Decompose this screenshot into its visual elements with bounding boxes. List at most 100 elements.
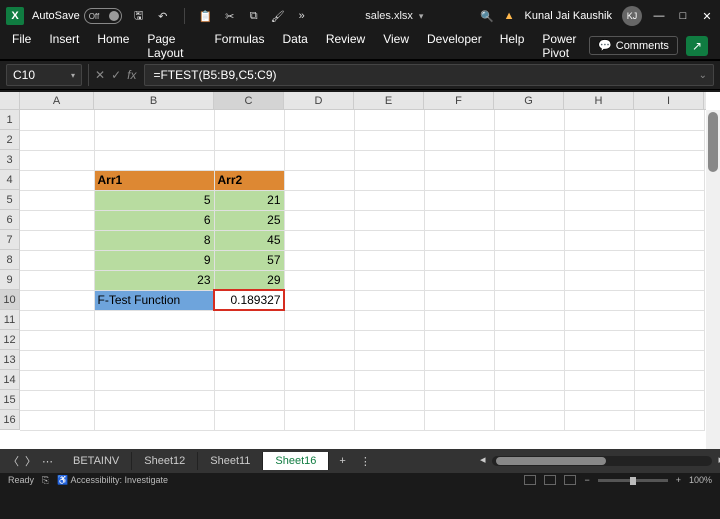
col-header-B[interactable]: B [94, 92, 214, 109]
sheet-nav-next-icon[interactable]: 〉 [25, 453, 36, 469]
tab-insert[interactable]: Insert [49, 32, 79, 60]
warning-icon[interactable]: ▲ [504, 10, 515, 22]
copy-icon[interactable]: ⧉ [247, 9, 261, 23]
username-label[interactable]: Kunal Jai Kaushik [525, 10, 612, 22]
minimize-button[interactable]: — [652, 9, 666, 23]
col-header-G[interactable]: G [494, 92, 564, 109]
row-header[interactable]: 15 [0, 390, 19, 410]
tab-developer[interactable]: Developer [427, 32, 482, 60]
col-header-I[interactable]: I [634, 92, 704, 109]
row-header[interactable]: 16 [0, 410, 19, 430]
col-header-H[interactable]: H [564, 92, 634, 109]
tab-formulas[interactable]: Formulas [214, 32, 264, 60]
row-header[interactable]: 10 [0, 290, 19, 310]
cut-icon[interactable]: ✂ [223, 9, 237, 23]
comments-button[interactable]: 💬 Comments [589, 36, 678, 55]
cell-C4: Arr2 [214, 170, 284, 190]
view-normal-icon[interactable] [524, 475, 536, 485]
undo-icon[interactable]: ↶ [156, 9, 170, 23]
tab-review[interactable]: Review [326, 32, 365, 60]
autosave-toggle[interactable]: Off [84, 8, 122, 24]
enter-formula-icon[interactable]: ✓ [111, 68, 121, 82]
row-header[interactable]: 13 [0, 350, 19, 370]
zoom-in-button[interactable]: + [676, 475, 681, 485]
row-header[interactable]: 8 [0, 250, 19, 270]
scrollbar-thumb[interactable] [708, 112, 718, 172]
autosave-label: AutoSave [32, 10, 80, 22]
close-button[interactable]: ✕ [700, 9, 714, 23]
col-header-C[interactable]: C [214, 92, 284, 109]
cell-C6: 25 [214, 210, 284, 230]
sheet-tab[interactable]: BETAINV [61, 452, 132, 470]
cell-C10-selected: 0.189327 [214, 290, 284, 310]
col-header-E[interactable]: E [354, 92, 424, 109]
cell-B8: 9 [94, 250, 214, 270]
col-header-D[interactable]: D [284, 92, 354, 109]
formula-bar: C10▾ ✕ ✓ fx =FTEST(B5:B9,C5:C9) ⌄ [0, 60, 720, 90]
paste-icon[interactable]: 📋 [199, 9, 213, 23]
zoom-slider[interactable] [598, 479, 668, 482]
title-bar: X AutoSave Off 🖫 ↶ 📋 ✂ ⧉ 🖌 » sales.xlsx … [0, 0, 720, 32]
filename-label[interactable]: sales.xlsx [365, 10, 413, 22]
filename-dropdown-icon[interactable]: ▾ [419, 11, 424, 22]
view-pagelayout-icon[interactable] [544, 475, 556, 485]
tab-page-layout[interactable]: Page Layout [147, 32, 196, 60]
tab-view[interactable]: View [383, 32, 409, 60]
sheet-tab[interactable]: Sheet11 [198, 452, 263, 470]
view-pagebreak-icon[interactable] [564, 475, 576, 485]
cell-B5: 5 [94, 190, 214, 210]
sheet-tab-active[interactable]: Sheet16 [263, 452, 329, 470]
tab-power-pivot[interactable]: Power Pivot [542, 32, 589, 60]
fx-icon[interactable]: fx [127, 68, 136, 82]
col-header-A[interactable]: A [20, 92, 94, 109]
brush-icon[interactable]: 🖌 [271, 9, 285, 23]
row-header[interactable]: 14 [0, 370, 19, 390]
cell-B9: 23 [94, 270, 214, 290]
sheet-tab[interactable]: Sheet12 [132, 452, 198, 470]
row-header[interactable]: 3 [0, 150, 19, 170]
save-icon[interactable]: 🖫 [132, 9, 146, 23]
zoom-level[interactable]: 100% [689, 475, 712, 485]
namebox-dropdown-icon: ▾ [71, 71, 75, 80]
maximize-button[interactable]: □ [676, 9, 690, 23]
accessibility-status[interactable]: ♿ Accessibility: Investigate [57, 475, 168, 486]
sheet-tabs-bar: 〈 〉 ⋯ BETAINV Sheet12 Sheet11 Sheet16 + … [0, 449, 720, 473]
row-header[interactable]: 11 [0, 310, 19, 330]
expand-formula-icon[interactable]: ⌄ [699, 70, 707, 81]
row-header[interactable]: 1 [0, 110, 19, 130]
hscroll-left-icon[interactable]: ◂ [480, 453, 486, 466]
tab-home[interactable]: Home [97, 32, 129, 60]
cells-area[interactable]: Arr1Arr2 521 625 845 957 2329 F-Test Fun… [20, 110, 706, 449]
tab-help[interactable]: Help [500, 32, 525, 60]
row-header[interactable]: 12 [0, 330, 19, 350]
vertical-scrollbar[interactable] [706, 110, 720, 449]
zoom-out-button[interactable]: − [584, 475, 589, 485]
cell-C5: 21 [214, 190, 284, 210]
tab-data[interactable]: Data [282, 32, 307, 60]
row-header[interactable]: 4 [0, 170, 19, 190]
search-icon[interactable]: 🔍 [480, 10, 494, 23]
quick-access-toolbar: 🖫 ↶ 📋 ✂ ⧉ 🖌 » [132, 8, 309, 24]
title-center: sales.xlsx ▾ [309, 10, 480, 22]
select-all-corner[interactable] [0, 92, 20, 110]
share-button[interactable]: ↗ [686, 36, 708, 56]
row-header[interactable]: 6 [0, 210, 19, 230]
horizontal-scrollbar[interactable]: ◂ ▸ [492, 456, 712, 466]
tab-file[interactable]: File [12, 32, 31, 60]
add-sheet-button[interactable]: + [329, 455, 355, 467]
row-header[interactable]: 9 [0, 270, 19, 290]
row-header[interactable]: 2 [0, 130, 19, 150]
sheet-nav-prev-icon[interactable]: 〈 [8, 453, 19, 469]
name-box[interactable]: C10▾ [6, 64, 82, 86]
col-header-F[interactable]: F [424, 92, 494, 109]
row-header[interactable]: 7 [0, 230, 19, 250]
formula-input[interactable]: =FTEST(B5:B9,C5:C9) ⌄ [144, 64, 714, 86]
column-headers: A B C D E F G H I [20, 92, 706, 110]
more-qat-icon[interactable]: » [295, 9, 309, 23]
avatar[interactable]: KJ [622, 6, 642, 26]
hscroll-thumb[interactable] [496, 457, 606, 465]
row-header[interactable]: 5 [0, 190, 19, 210]
sheet-nav-more-icon[interactable]: ⋯ [42, 455, 53, 468]
cell-B7: 8 [94, 230, 214, 250]
cancel-formula-icon[interactable]: ✕ [95, 68, 105, 82]
